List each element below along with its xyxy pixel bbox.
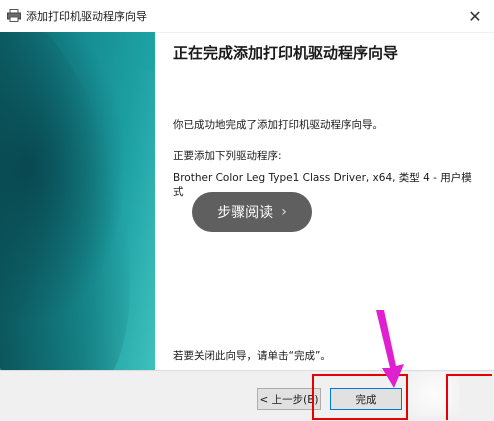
close-icon: ✕ [468, 6, 482, 26]
title-bar: 添加打印机驱动程序向导 ✕ [0, 0, 494, 33]
adding-label: 正要添加下列驱动程序: [173, 150, 282, 162]
cancel-highlight-box [446, 374, 492, 420]
arrow-annotation-icon [376, 310, 404, 388]
step-read-overlay[interactable]: 步骤阅读 › [192, 192, 312, 232]
close-instruction: 若要关闭此向导，请单击“完成”。 [173, 350, 331, 362]
wizard-side-banner [0, 32, 155, 370]
overlay-label: 步骤阅读 [217, 205, 274, 221]
wizard-heading: 正在完成添加打印机驱动程序向导 [173, 44, 399, 62]
window-title: 添加打印机驱动程序向导 [26, 10, 147, 23]
close-button[interactable]: ✕ [456, 0, 494, 32]
wizard-window: 添加打印机驱动程序向导 ✕ 正在完成添加打印机驱动程序向导 你已成功地完成了添加… [0, 0, 494, 421]
chevron-right-icon: › [281, 204, 287, 220]
printer-icon [7, 9, 21, 22]
success-message: 你已成功地完成了添加打印机驱动程序向导。 [173, 119, 383, 131]
